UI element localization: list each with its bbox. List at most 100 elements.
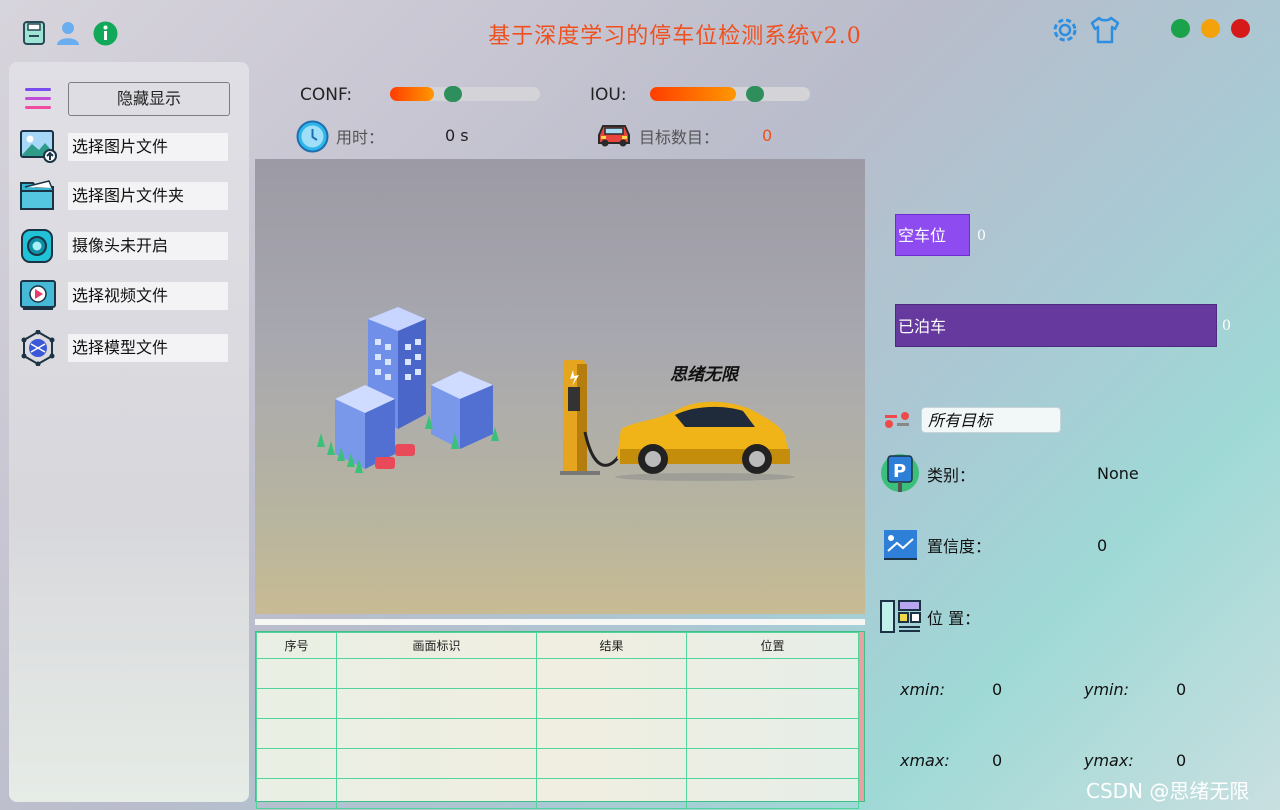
yellow-car-graphic [615, 401, 795, 481]
table-row[interactable] [256, 658, 859, 689]
results-table[interactable]: 序号 画面标识 结果 位置 [255, 631, 865, 809]
iou-slider-fill [650, 87, 736, 101]
table-cell [536, 688, 687, 719]
ev-charger-graphic [560, 360, 629, 475]
column-header-frame: 画面标识 [336, 632, 537, 659]
sidebar-item-label: 选择图片文件 [68, 133, 228, 161]
splash-illustration: 思绪无限 [317, 307, 795, 481]
target-select-dropdown[interactable]: 所有目标 [921, 407, 1061, 433]
footer-watermark: CSDN @思绪无限 [1086, 779, 1250, 803]
iou-label: IOU: [590, 85, 627, 105]
table-cell [336, 688, 537, 719]
occupied-space-value: 0 [1222, 318, 1231, 334]
target-count-label: 目标数目： [639, 128, 720, 147]
class-label: 类别： [927, 466, 976, 485]
sidebar-item-label: 选择图片文件夹 [68, 182, 228, 210]
table-cell [256, 688, 337, 719]
position-label: 位 置： [927, 609, 981, 628]
table-cell [536, 718, 687, 749]
close-button[interactable] [1231, 19, 1250, 38]
table-header-row: 序号 画面标识 结果 位置 [256, 632, 859, 659]
time-label: 用时： [336, 128, 385, 147]
toggle-display-button[interactable]: 隐藏显示 [68, 82, 230, 116]
car-icon [596, 121, 632, 149]
conf-slider-fill [390, 87, 434, 101]
table-row[interactable] [256, 748, 859, 779]
xmax-label: xmax: [900, 751, 950, 770]
table-cell [536, 658, 687, 689]
city-buildings-graphic [317, 307, 499, 473]
xmax-value: 0 [992, 751, 1003, 770]
table-cell [256, 718, 337, 749]
camera-icon [19, 228, 57, 264]
xmin-label: xmin: [900, 680, 946, 699]
minimize-button[interactable] [1201, 19, 1220, 38]
ymax-value: 0 [1176, 751, 1187, 770]
table-scrollbar[interactable] [859, 632, 864, 801]
folder-icon [19, 178, 57, 214]
table-cell [686, 778, 859, 809]
position-layout-icon [880, 600, 922, 634]
class-value: None [1097, 464, 1139, 483]
column-header-position: 位置 [686, 632, 859, 659]
save-icon[interactable] [21, 20, 47, 46]
ymin-value: 0 [1176, 680, 1187, 699]
select-image-folder-item[interactable]: 选择图片文件夹 [19, 178, 239, 214]
table-cell [336, 718, 537, 749]
column-header-index: 序号 [256, 632, 337, 659]
column-header-result: 结果 [536, 632, 687, 659]
table-cell [336, 748, 537, 779]
theme-shirt-icon[interactable] [1090, 15, 1120, 45]
iou-slider-handle[interactable] [746, 86, 764, 102]
empty-space-value: 0 [977, 228, 986, 244]
image-display-area: 思绪无限 [255, 159, 865, 614]
table-cell [686, 748, 859, 779]
sidebar: 隐藏显示 选择图片文件 选择图片文件夹 摄像头未开启 选择视频文件 选择模型文件 [9, 62, 249, 802]
maximize-button[interactable] [1171, 19, 1190, 38]
clock-icon [296, 120, 329, 153]
table-row[interactable] [256, 778, 859, 809]
table-cell [686, 718, 859, 749]
ymax-label: ymax: [1084, 751, 1134, 770]
table-cell [336, 778, 537, 809]
app-title: 基于深度学习的停车位检测系统v2.0 [488, 24, 862, 49]
confidence-value: 0 [1097, 536, 1108, 555]
occupied-space-bar: 已泊车 [895, 304, 1217, 347]
iou-slider[interactable] [650, 86, 810, 102]
filter-icon [884, 410, 910, 430]
select-video-file-item[interactable]: 选择视频文件 [19, 278, 239, 314]
conf-slider-handle[interactable] [444, 86, 462, 102]
table-cell [256, 658, 337, 689]
ymin-label: ymin: [1084, 680, 1130, 699]
table-row[interactable] [256, 718, 859, 749]
table-cell [686, 658, 859, 689]
table-cell [336, 658, 537, 689]
conf-label: CONF: [300, 85, 353, 105]
conf-slider[interactable] [390, 86, 540, 102]
user-icon[interactable] [55, 20, 81, 46]
table-cell [536, 778, 687, 809]
camera-item[interactable]: 摄像头未开启 [19, 228, 239, 264]
select-model-file-item[interactable]: 选择模型文件 [19, 329, 239, 367]
video-icon [19, 278, 57, 314]
table-cell [536, 748, 687, 779]
confidence-label: 置信度： [927, 537, 992, 556]
select-image-file-item[interactable]: 选择图片文件 [19, 129, 239, 165]
table-cell [256, 748, 337, 779]
info-icon[interactable] [92, 20, 118, 46]
parking-sign-icon: P [880, 452, 920, 494]
table-cell [686, 688, 859, 719]
settings-gear-icon[interactable] [1050, 15, 1080, 45]
sidebar-item-label: 选择视频文件 [68, 282, 228, 310]
target-count-value: 0 [762, 126, 773, 145]
table-row[interactable] [256, 688, 859, 719]
sidebar-item-label: 选择模型文件 [68, 334, 228, 362]
display-watermark: 思绪无限 [670, 365, 740, 385]
confidence-chart-icon [883, 529, 918, 561]
sidebar-item-label: 摄像头未开启 [68, 232, 228, 260]
empty-space-bar: 空车位 [895, 214, 970, 256]
image-upload-icon [19, 129, 57, 165]
xmin-value: 0 [992, 680, 1003, 699]
menu-icon[interactable] [23, 86, 53, 112]
display-divider [255, 619, 865, 625]
